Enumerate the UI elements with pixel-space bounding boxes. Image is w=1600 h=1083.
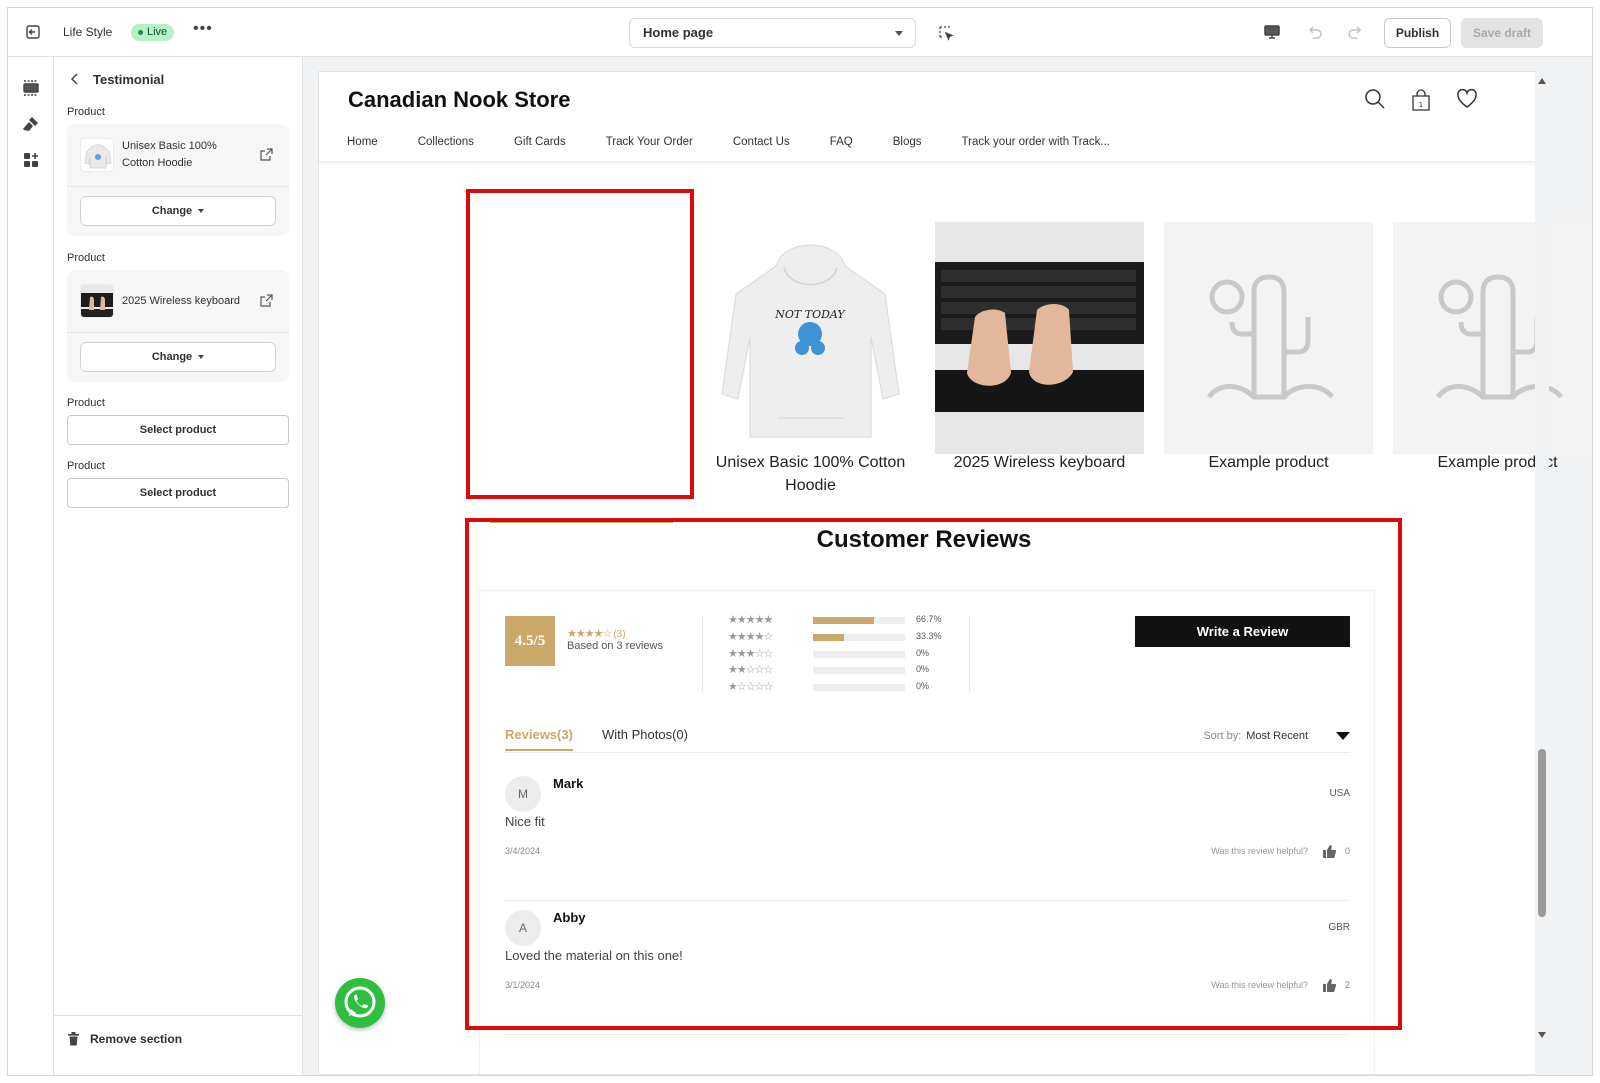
more-icon[interactable]: •••: [193, 20, 213, 38]
exit-icon[interactable]: [24, 23, 42, 41]
undo-icon[interactable]: [1306, 23, 1324, 41]
product-name: Example product: [1437, 454, 1558, 471]
selected-product: 2025 Wireless keyboard: [80, 282, 276, 320]
remove-section-label: Remove section: [90, 1032, 183, 1046]
search-icon[interactable]: [1364, 88, 1386, 110]
preview-scrollbar[interactable]: [1535, 72, 1549, 1074]
store-header: Canadian Nook Store Home Collections Gif…: [319, 72, 1535, 162]
scroll-thumb[interactable]: [1538, 749, 1546, 917]
apps-icon[interactable]: [22, 151, 40, 169]
nav-home[interactable]: Home: [347, 136, 378, 148]
whatsapp-icon: [344, 986, 376, 1018]
hoodie-print-text: NOT TODAY: [774, 308, 846, 321]
chevron-down-icon: [198, 355, 205, 360]
cart-count: 1: [1419, 101, 1423, 109]
trash-icon: [68, 1032, 79, 1046]
page-selector-value: Home page: [643, 25, 714, 40]
nav-gift-cards[interactable]: Gift Cards: [514, 136, 566, 148]
product-thumbnail-keyboard: [80, 284, 114, 318]
editor-window: Life Style Live ••• Home page Publish Sa…: [7, 7, 1593, 1076]
external-link-icon[interactable]: [260, 148, 273, 161]
settings-panel: Testimonial Product Unisex Basic 100% Co…: [54, 57, 303, 1075]
nav-track-order[interactable]: Track Your Order: [606, 136, 693, 148]
external-link-icon[interactable]: [260, 294, 273, 307]
change-label: Change: [151, 351, 193, 363]
nav-collections[interactable]: Collections: [418, 136, 474, 148]
live-badge: Live: [131, 24, 175, 41]
product-image-hoodie: NOT TODAY: [706, 206, 915, 438]
save-draft-button[interactable]: Save draft: [1461, 18, 1543, 48]
back-icon[interactable]: [70, 73, 80, 85]
product-name: 2025 Wireless keyboard: [953, 454, 1126, 471]
page-selector[interactable]: Home page: [629, 18, 916, 48]
highlight-box-reviews: [465, 518, 1402, 1030]
nav-faq[interactable]: FAQ: [830, 136, 853, 148]
product-slot-label: Product: [67, 252, 105, 264]
redo-icon[interactable]: [1346, 23, 1364, 41]
product-slot-label: Product: [67, 106, 105, 118]
select-product-button[interactable]: Select product: [67, 415, 289, 445]
select-product-button[interactable]: Select product: [67, 478, 289, 508]
product-name: Example product: [1208, 454, 1329, 471]
chevron-down-icon: [895, 31, 903, 36]
chevron-down-icon: [198, 209, 205, 214]
product-placeholder-image: [1164, 222, 1373, 454]
nav-track-with[interactable]: Track your order with Track...: [962, 136, 1110, 148]
store-logo[interactable]: Canadian Nook Store: [348, 87, 570, 113]
divider: [67, 332, 289, 333]
whatsapp-button[interactable]: [335, 978, 385, 1028]
product-placeholder-image: [1393, 222, 1592, 454]
product-slot-label: Product: [67, 460, 105, 472]
panel-footer: Remove section: [54, 1015, 303, 1075]
inspect-icon[interactable]: [938, 25, 954, 41]
desktop-icon[interactable]: [1263, 24, 1281, 40]
highlight-box-product: [466, 189, 694, 499]
panel-title: Testimonial: [93, 72, 165, 87]
product-slot-card: 2025 Wireless keyboard Change: [67, 270, 289, 382]
product-slot-label: Product: [67, 397, 105, 409]
scroll-up-icon[interactable]: [1538, 78, 1546, 84]
remove-section-button[interactable]: Remove section: [67, 1030, 182, 1048]
product-slot-card: Unisex Basic 100% Cotton Hoodie Change: [67, 124, 289, 236]
store-nav: Home Collections Gift Cards Track Your O…: [347, 136, 1150, 148]
product-name: Unisex Basic 100% Cotton Hoodie: [715, 454, 906, 494]
nav-contact[interactable]: Contact Us: [733, 136, 790, 148]
publish-button[interactable]: Publish: [1384, 18, 1451, 48]
store-preview: Canadian Nook Store Home Collections Gif…: [319, 72, 1592, 1074]
product-thumbnail-hoodie: [80, 138, 114, 172]
scroll-down-icon[interactable]: [1538, 1032, 1546, 1038]
change-label: Change: [151, 205, 193, 217]
top-bar: Life Style Live ••• Home page Publish Sa…: [8, 8, 1592, 57]
sections-icon[interactable]: [22, 79, 40, 97]
change-product-button[interactable]: Change: [80, 342, 276, 372]
heart-icon[interactable]: [1456, 88, 1478, 110]
selected-product: Unisex Basic 100% Cotton Hoodie: [80, 136, 276, 174]
store-name: Life Style: [63, 25, 113, 39]
cart-icon[interactable]: 1: [1410, 89, 1432, 111]
nav-blogs[interactable]: Blogs: [893, 136, 922, 148]
selected-product-name: Unisex Basic 100% Cotton Hoodie: [122, 140, 217, 169]
left-rail: [8, 57, 54, 1075]
change-product-button[interactable]: Change: [80, 196, 276, 226]
selected-product-name: 2025 Wireless keyboard: [122, 294, 241, 307]
product-image-keyboard: [935, 222, 1144, 454]
divider: [67, 186, 289, 187]
theme-settings-icon[interactable]: [22, 115, 40, 133]
